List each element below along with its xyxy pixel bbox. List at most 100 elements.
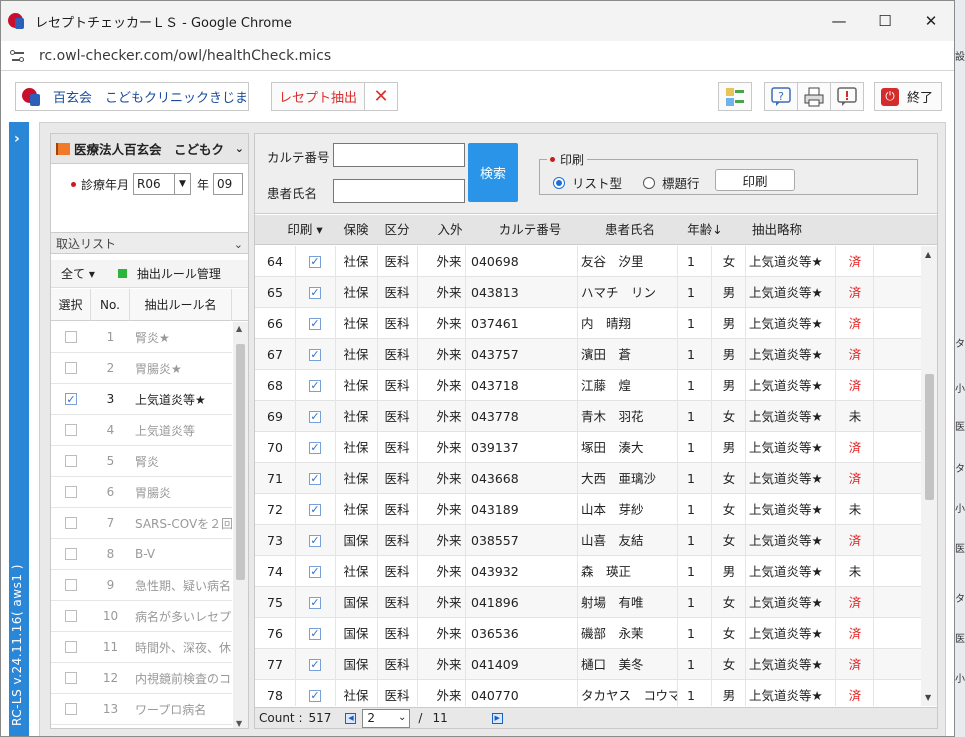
- table-row[interactable]: 64 ✓ 社保 医科 外来 040698 友谷 汐里 1 女上気道炎等★ 済: [255, 246, 921, 277]
- rule-manage-button[interactable]: 抽出ルール管理: [137, 265, 221, 282]
- year-select[interactable]: R06 ▼: [133, 173, 192, 195]
- clear-button[interactable]: ✕: [364, 82, 398, 111]
- next-page-icon[interactable]: ▶: [491, 712, 503, 724]
- prev-page-icon[interactable]: ◀: [345, 712, 357, 724]
- maximize-button[interactable]: ☐: [862, 1, 908, 41]
- exit-button[interactable]: ⏻ 終了: [874, 82, 942, 111]
- col-select[interactable]: 選択: [51, 288, 91, 321]
- col-rule-name[interactable]: 抽出ルール名: [130, 288, 232, 321]
- scroll-up-icon[interactable]: ▲: [236, 324, 242, 333]
- close-window-button[interactable]: ✕: [908, 1, 954, 41]
- scroll-down-icon[interactable]: ▼: [925, 693, 931, 702]
- rule-checkbox[interactable]: [65, 610, 77, 622]
- rule-checkbox[interactable]: [65, 362, 77, 374]
- rule-checkbox[interactable]: [65, 331, 77, 343]
- table-row[interactable]: 77 ✓ 国保 医科 外来 041409 樋口 美冬 1 女上気道炎等★ 済: [255, 649, 921, 680]
- rule-checkbox[interactable]: [65, 517, 77, 529]
- rule-row[interactable]: 2 胃腸炎★: [51, 353, 232, 384]
- col-division[interactable]: 区分: [377, 215, 417, 245]
- print-toolbar-button[interactable]: [797, 82, 831, 111]
- rule-row[interactable]: 5 腎炎: [51, 446, 232, 477]
- rule-row[interactable]: 6 胃腸炎: [51, 477, 232, 508]
- clinic-selector[interactable]: 医療法人百玄会 こどもク ⌄: [51, 134, 248, 164]
- print-checkbox[interactable]: ✓: [309, 441, 321, 454]
- rule-row[interactable]: 1 腎炎★: [51, 322, 232, 353]
- site-settings-icon[interactable]: [10, 49, 28, 63]
- print-checkbox[interactable]: ✓: [309, 565, 321, 578]
- col-karte[interactable]: カルテ番号: [485, 215, 575, 245]
- rule-checkbox[interactable]: [65, 672, 77, 684]
- print-checkbox[interactable]: ✓: [309, 534, 321, 547]
- patient-name-input[interactable]: [333, 179, 465, 203]
- print-checkbox[interactable]: ✓: [309, 286, 321, 299]
- table-row[interactable]: 76 ✓ 国保 医科 外来 036536 磯部 永茉 1 女上気道炎等★ 済: [255, 618, 921, 649]
- print-checkbox[interactable]: ✓: [309, 689, 321, 702]
- rule-checkbox[interactable]: [65, 455, 77, 467]
- col-inout[interactable]: 入外: [430, 215, 470, 245]
- scroll-thumb[interactable]: [925, 374, 934, 500]
- import-list-dropdown[interactable]: 取込リスト ⌄: [51, 232, 248, 254]
- table-row[interactable]: 71 ✓ 社保 医科 外来 043668 大西 亜璃沙 1 女上気道炎等★ 済: [255, 463, 921, 494]
- print-checkbox[interactable]: ✓: [309, 379, 321, 392]
- rule-row[interactable]: 9 急性期、疑い病名の: [51, 570, 232, 601]
- table-row[interactable]: 75 ✓ 国保 医科 外来 041896 射場 有唯 1 女上気道炎等★ 済: [255, 587, 921, 618]
- rule-row[interactable]: 10 病名が多いレセプト: [51, 601, 232, 632]
- month-select[interactable]: 09: [213, 173, 244, 195]
- collapsed-sidebar[interactable]: › RC-LS v.24.11.16( aws1 ): [9, 122, 29, 736]
- url-text[interactable]: rc.owl-checker.com/owl/healthCheck.mics: [39, 48, 331, 64]
- alert-button[interactable]: [830, 82, 864, 111]
- list-settings-button[interactable]: [718, 82, 752, 111]
- search-button[interactable]: 検索: [468, 143, 518, 202]
- print-button[interactable]: 印刷: [715, 169, 795, 191]
- rule-list-scrollbar[interactable]: ▲ ▼: [233, 322, 248, 728]
- col-age[interactable]: 年齢↓: [675, 215, 735, 245]
- results-scrollbar[interactable]: ▲ ▼: [921, 246, 937, 706]
- scroll-up-icon[interactable]: ▲: [925, 250, 931, 259]
- col-patient-name[interactable]: 患者氏名: [585, 215, 675, 245]
- rule-row[interactable]: 4 上気道炎等: [51, 415, 232, 446]
- radio-list-type[interactable]: リスト型: [553, 173, 622, 192]
- rule-row[interactable]: 8 B-V: [51, 539, 232, 570]
- col-no[interactable]: No.: [91, 288, 130, 321]
- print-checkbox[interactable]: ✓: [309, 627, 321, 640]
- rule-checkbox[interactable]: [65, 424, 77, 436]
- table-row[interactable]: 72 ✓ 社保 医科 外来 043189 山本 芽紗 1 女上気道炎等★ 未: [255, 494, 921, 525]
- print-checkbox[interactable]: ✓: [309, 503, 321, 516]
- table-row[interactable]: 66 ✓ 社保 医科 外来 037461 内 晴翔 1 男上気道炎等★ 済: [255, 308, 921, 339]
- print-checkbox[interactable]: ✓: [309, 317, 321, 330]
- col-print[interactable]: 印刷 ▾: [275, 215, 335, 245]
- rule-row[interactable]: 13 ワープロ病名: [51, 694, 232, 725]
- table-row[interactable]: 78 ✓ 社保 医科 外来 040770 タカヤス コウマ 1 男上気道炎等★ 済: [255, 680, 921, 706]
- rule-row[interactable]: ✓ 3 上気道炎等★: [51, 384, 232, 415]
- rule-row[interactable]: 7 SARS-COVを２回: [51, 508, 232, 539]
- print-checkbox[interactable]: ✓: [309, 348, 321, 361]
- clinic-button[interactable]: 百玄会 こどもクリニックきじま: [15, 82, 249, 111]
- rule-checkbox[interactable]: [65, 641, 77, 653]
- rule-checkbox[interactable]: ✓: [65, 393, 77, 405]
- table-row[interactable]: 74 ✓ 社保 医科 外来 043932 森 瑛正 1 男上気道炎等★ 未: [255, 556, 921, 587]
- table-row[interactable]: 70 ✓ 社保 医科 外来 039137 塚田 湊大 1 男上気道炎等★ 済: [255, 432, 921, 463]
- help-button[interactable]: ?: [764, 82, 798, 111]
- rule-row[interactable]: 12 内視鏡前検査のコメ: [51, 663, 232, 694]
- chevron-right-icon[interactable]: ›: [14, 131, 20, 147]
- print-checkbox[interactable]: ✓: [309, 658, 321, 671]
- rule-checkbox[interactable]: [65, 703, 77, 715]
- minimize-button[interactable]: —: [816, 1, 862, 41]
- receipt-extract-button[interactable]: レセプト抽出: [271, 82, 365, 111]
- col-rule-abbrev[interactable]: 抽出略称: [737, 215, 817, 245]
- scroll-thumb[interactable]: [236, 344, 245, 580]
- col-insurance[interactable]: 保険: [335, 215, 377, 245]
- print-checkbox[interactable]: ✓: [309, 255, 321, 268]
- scroll-down-icon[interactable]: ▼: [236, 719, 242, 728]
- print-checkbox[interactable]: ✓: [309, 410, 321, 423]
- radio-title-row[interactable]: 標題行: [643, 173, 700, 192]
- rule-checkbox[interactable]: [65, 579, 77, 591]
- table-row[interactable]: 67 ✓ 社保 医科 外来 043757 濱田 蒼 1 男上気道炎等★ 済: [255, 339, 921, 370]
- karte-number-input[interactable]: [333, 143, 465, 167]
- table-row[interactable]: 65 ✓ 社保 医科 外来 043813 ハマチ リン 1 男上気道炎等★ 済: [255, 277, 921, 308]
- table-row[interactable]: 73 ✓ 国保 医科 外来 038557 山喜 友結 1 女上気道炎等★ 済: [255, 525, 921, 556]
- table-row[interactable]: 68 ✓ 社保 医科 外来 043718 江藤 煌 1 男上気道炎等★ 済: [255, 370, 921, 401]
- print-checkbox[interactable]: ✓: [309, 596, 321, 609]
- page-select[interactable]: 2 ⌄: [362, 708, 411, 728]
- table-row[interactable]: 69 ✓ 社保 医科 外来 043778 青木 羽花 1 女上気道炎等★ 未: [255, 401, 921, 432]
